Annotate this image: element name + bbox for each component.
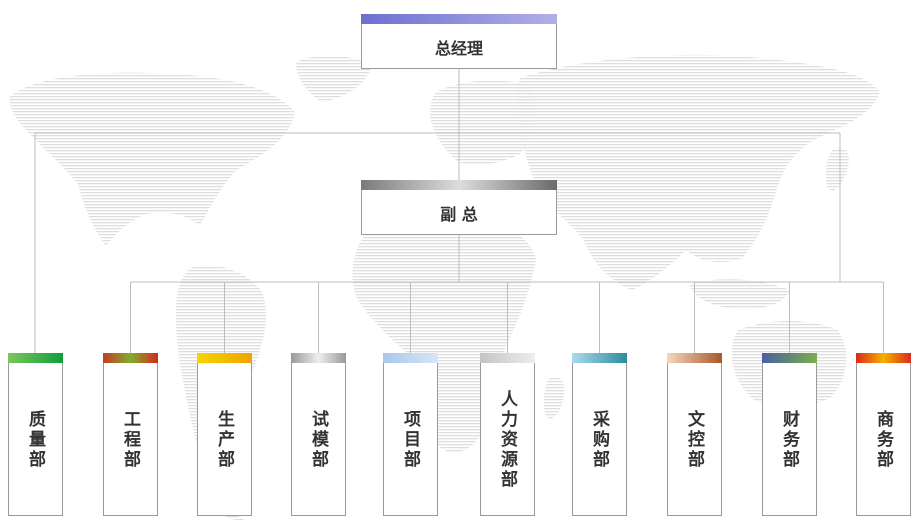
dept-color-bar [572, 353, 627, 363]
dept-box-human-resources: 人力资源部 [480, 353, 535, 516]
dept-label: 人力资源部 [497, 389, 517, 490]
general-manager-color-bar [361, 14, 557, 24]
dept-box-finance: 财务部 [762, 353, 817, 516]
dept-color-bar [856, 353, 911, 363]
dept-color-bar [197, 353, 252, 363]
dept-label: 文控部 [684, 409, 704, 470]
deputy-gm-color-bar [361, 180, 557, 190]
dept-box-business: 商务部 [856, 353, 911, 516]
dept-box-purchasing: 采购部 [572, 353, 627, 516]
general-manager-box: 总经理 [361, 14, 557, 69]
dept-color-bar [8, 353, 63, 363]
dept-label: 生产部 [214, 409, 234, 470]
dept-label: 采购部 [589, 409, 609, 470]
dept-label: 工程部 [120, 409, 140, 470]
dept-label: 试模部 [308, 409, 328, 470]
dept-color-bar [667, 353, 722, 363]
dept-color-bar [291, 353, 346, 363]
dept-label: 项目部 [400, 409, 420, 470]
dept-label: 财务部 [779, 409, 799, 470]
deputy-gm-box: 副 总 [361, 180, 557, 235]
dept-color-bar [480, 353, 535, 363]
dept-box-quality: 质量部 [8, 353, 63, 516]
dept-label: 质量部 [25, 409, 45, 470]
dept-box-project: 项目部 [383, 353, 438, 516]
dept-box-trial-mold: 试模部 [291, 353, 346, 516]
dept-box-engineering: 工程部 [103, 353, 158, 516]
dept-box-production: 生产部 [197, 353, 252, 516]
dept-label: 商务部 [873, 409, 893, 470]
dept-box-document-control: 文控部 [667, 353, 722, 516]
deputy-gm-label: 副 总 [440, 204, 478, 224]
dept-color-bar [762, 353, 817, 363]
dept-color-bar [103, 353, 158, 363]
general-manager-label: 总经理 [434, 38, 483, 58]
dept-color-bar [383, 353, 438, 363]
